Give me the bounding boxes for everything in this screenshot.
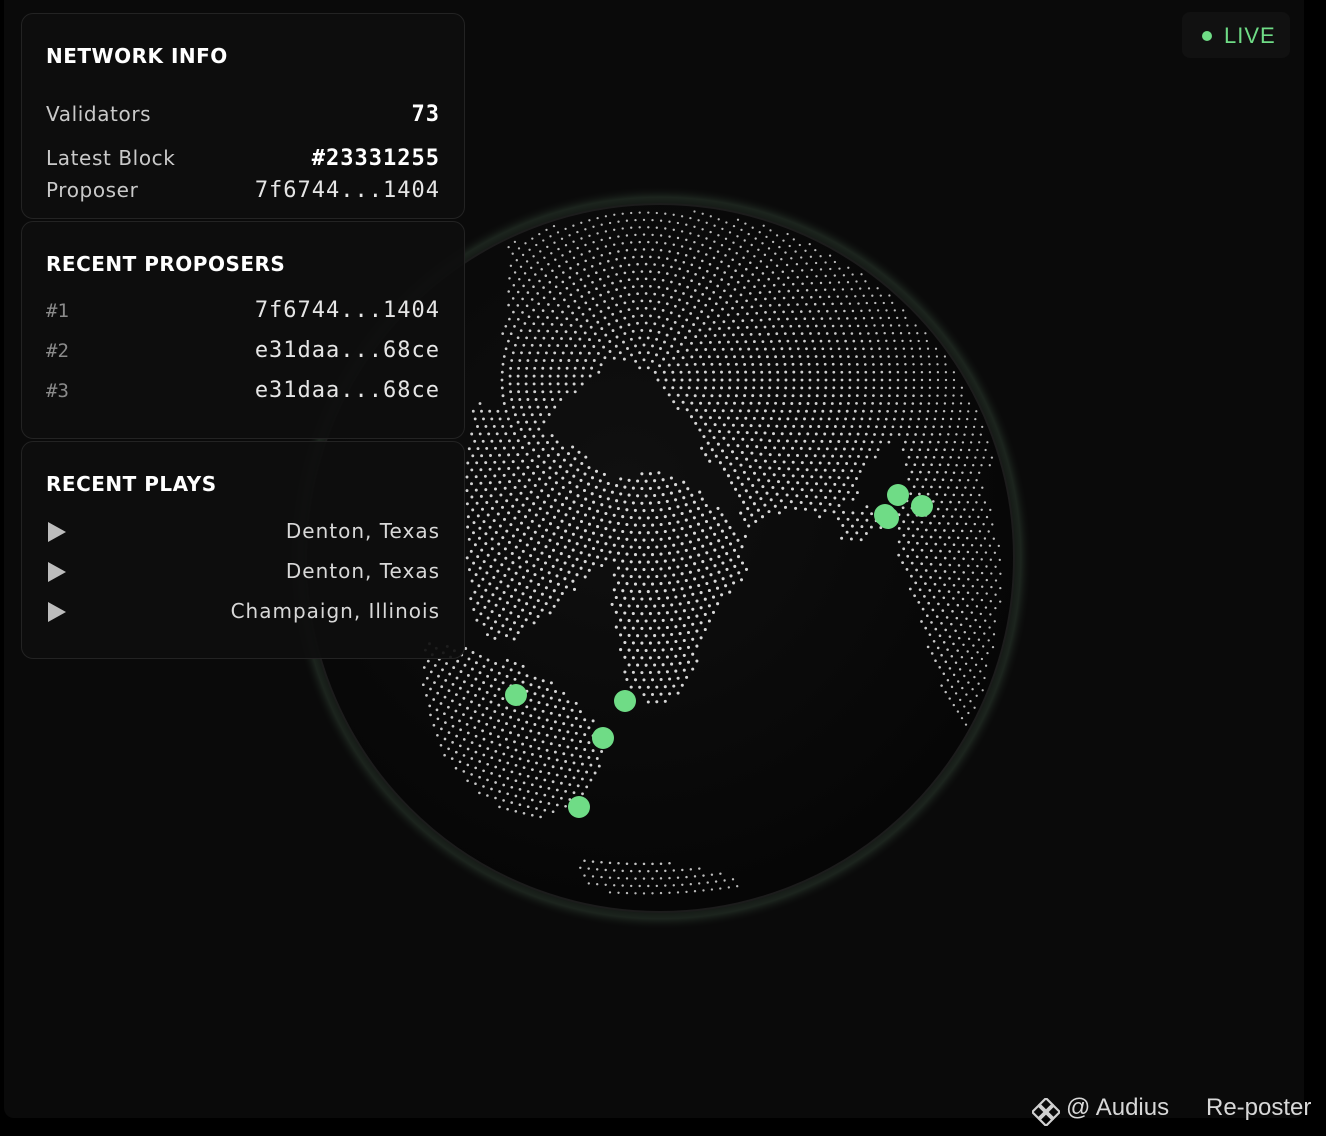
proposer-value[interactable]: 7f6744...1404 <box>255 178 440 203</box>
latest-block-label: Latest Block <box>46 146 176 170</box>
network-info-card: NETWORK INFO Validators 73 Latest Block … <box>21 13 465 219</box>
play-icon[interactable] <box>48 562 66 582</box>
activity-marker[interactable] <box>614 690 636 712</box>
play-icon[interactable] <box>48 522 66 542</box>
recent-plays-title: RECENT PLAYS <box>46 472 217 496</box>
live-status-label: LIVE <box>1224 23 1276 48</box>
live-indicator-dot <box>1202 31 1212 41</box>
binance-logo-icon <box>1032 1098 1060 1126</box>
proposer-list-item[interactable]: #3 e31daa...68ce <box>46 378 440 408</box>
latest-block-value: #23331255 <box>311 146 440 171</box>
proposer-address[interactable]: e31daa...68ce <box>255 338 440 363</box>
validators-label: Validators <box>46 102 152 126</box>
reposter-label: Re-poster <box>1206 1094 1312 1121</box>
play-location: Denton, Texas <box>285 519 440 543</box>
live-status-badge: LIVE <box>1182 12 1290 58</box>
proposer-rank: #3 <box>46 380 69 402</box>
proposer-address[interactable]: 7f6744...1404 <box>255 298 440 323</box>
play-list-item[interactable]: Denton, Texas <box>46 519 440 549</box>
network-globe-view: NETWORK INFO Validators 73 Latest Block … <box>4 0 1304 1118</box>
activity-marker[interactable] <box>887 484 909 506</box>
play-list-item[interactable]: Denton, Texas <box>46 559 440 589</box>
recent-proposers-title: RECENT PROPOSERS <box>46 252 286 276</box>
proposer-rank: #2 <box>46 340 69 362</box>
activity-marker[interactable] <box>592 727 614 749</box>
play-list-item[interactable]: Champaign, Illinois <box>46 599 440 629</box>
brand-handle[interactable]: @ Audius <box>1066 1094 1169 1122</box>
play-icon[interactable] <box>48 602 66 622</box>
proposer-row: Proposer 7f6744...1404 <box>46 178 440 208</box>
recent-proposers-card: RECENT PROPOSERS #1 7f6744...1404 #2 e31… <box>21 221 465 439</box>
network-info-title: NETWORK INFO <box>46 44 228 68</box>
proposer-rank: #1 <box>46 300 69 322</box>
proposer-list-item[interactable]: #2 e31daa...68ce <box>46 338 440 368</box>
activity-marker[interactable] <box>568 796 590 818</box>
activity-marker[interactable] <box>911 495 933 517</box>
proposer-label: Proposer <box>46 178 139 202</box>
recent-plays-card: RECENT PLAYS Denton, Texas Denton, Texas… <box>21 441 465 659</box>
activity-marker[interactable] <box>505 684 527 706</box>
proposer-list-item[interactable]: #1 7f6744...1404 <box>46 298 440 328</box>
latest-block-row: Latest Block #23331255 <box>46 146 440 176</box>
proposer-address[interactable]: e31daa...68ce <box>255 378 440 403</box>
play-location: Denton, Texas <box>285 559 440 583</box>
validators-row: Validators 73 <box>46 102 440 132</box>
activity-marker[interactable] <box>874 504 896 526</box>
play-location: Champaign, Illinois <box>230 599 440 623</box>
validators-value: 73 <box>411 102 440 127</box>
